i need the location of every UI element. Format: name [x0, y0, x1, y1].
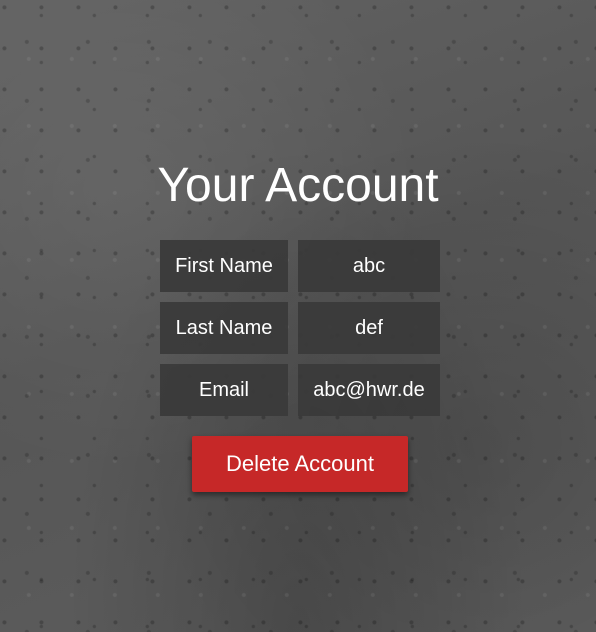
last-name-value: def — [298, 302, 440, 354]
first-name-label: First Name — [160, 240, 288, 292]
email-value: abc@hwr.de — [298, 364, 440, 416]
account-info-table: First Name abc Last Name def Email abc@h… — [160, 240, 440, 426]
account-row-first-name: First Name abc — [160, 240, 440, 292]
account-row-email: Email abc@hwr.de — [160, 364, 440, 416]
page-title: Your Account — [157, 159, 439, 212]
account-row-last-name: Last Name def — [160, 302, 440, 354]
delete-account-button[interactable]: Delete Account — [192, 436, 408, 492]
last-name-label: Last Name — [160, 302, 288, 354]
first-name-value: abc — [298, 240, 440, 292]
email-label: Email — [160, 364, 288, 416]
